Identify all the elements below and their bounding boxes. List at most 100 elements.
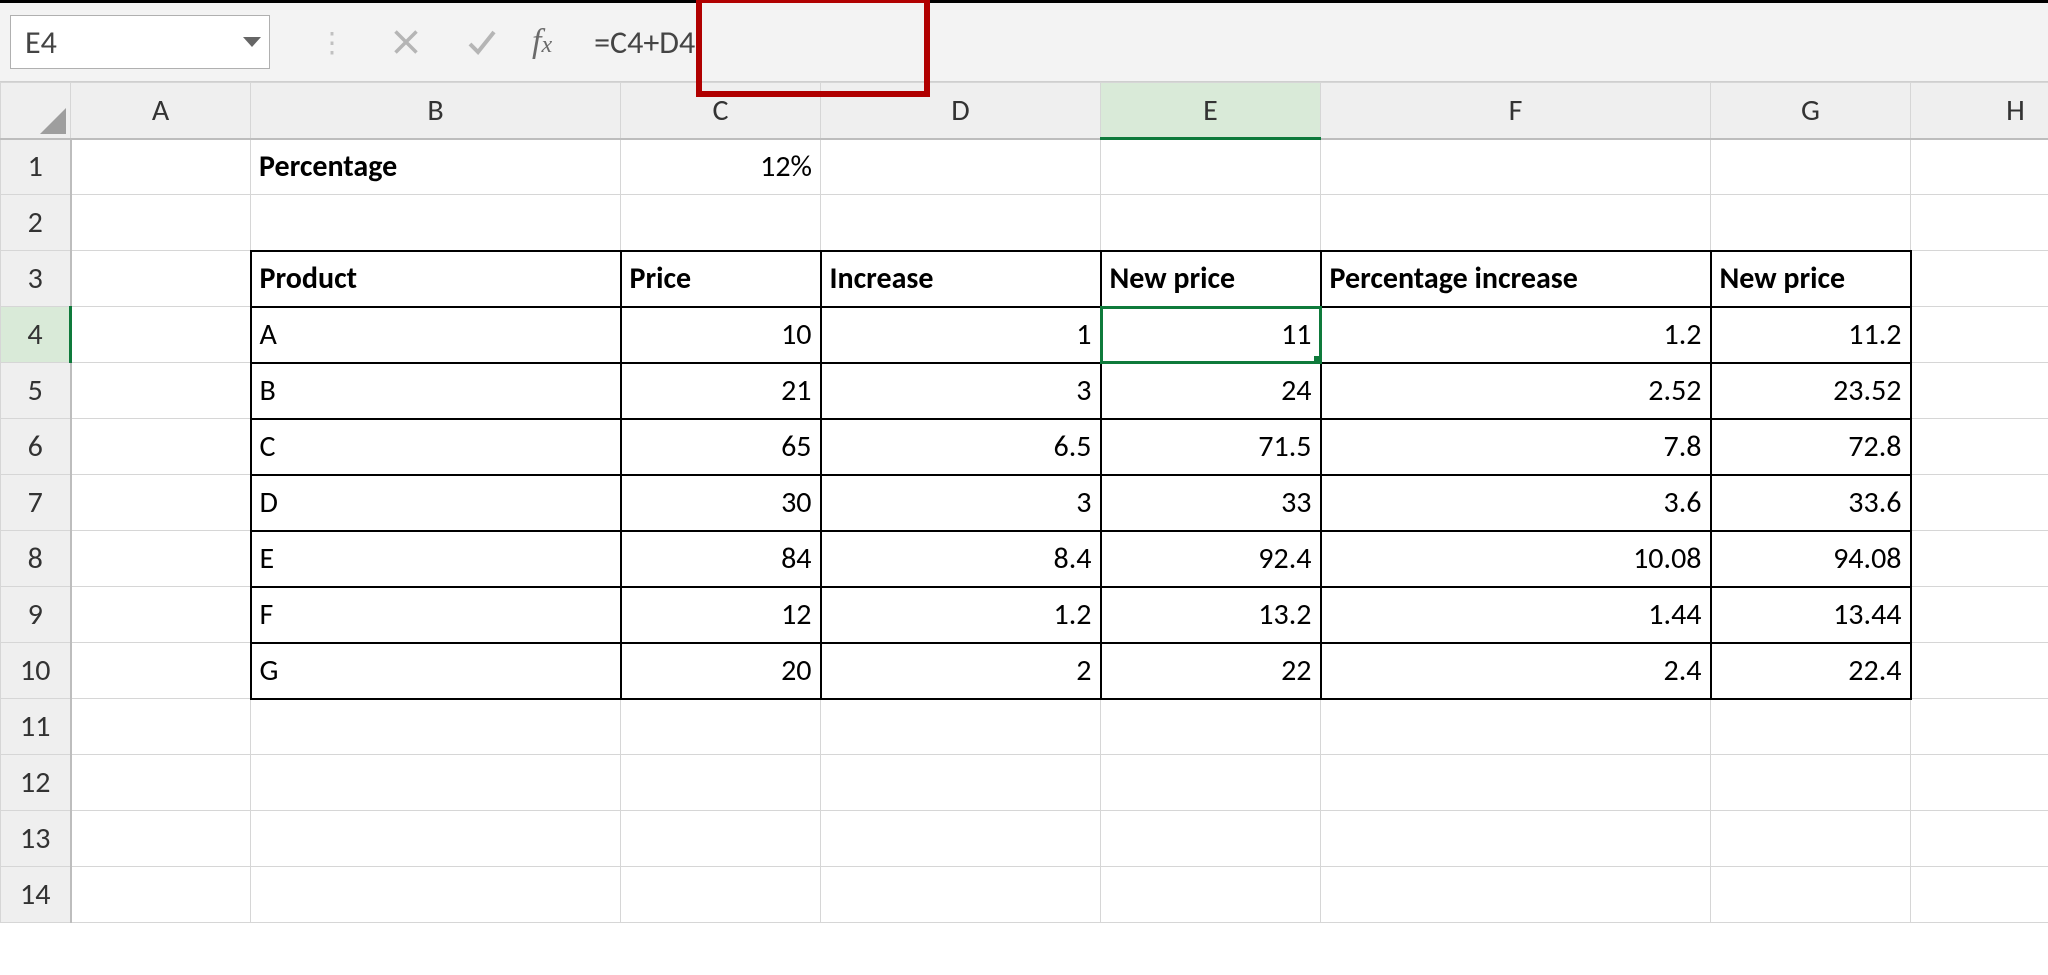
cell[interactable] <box>1711 139 1911 195</box>
cell[interactable]: 20 <box>621 643 821 699</box>
row-header[interactable]: 5 <box>1 363 71 419</box>
cell[interactable] <box>1321 755 1711 811</box>
cell[interactable] <box>71 419 251 475</box>
cell[interactable]: 2.52 <box>1321 363 1711 419</box>
selected-cell[interactable]: 11 <box>1101 307 1321 363</box>
cell[interactable] <box>1911 195 2048 251</box>
cell[interactable] <box>821 811 1101 867</box>
cell[interactable]: 30 <box>621 475 821 531</box>
row[interactable]: 11 <box>1 699 2048 755</box>
cell[interactable] <box>821 139 1101 195</box>
row-header[interactable]: 12 <box>1 755 71 811</box>
row[interactable]: 3 Product Price Increase New price Perce… <box>1 251 2048 307</box>
cell[interactable]: New price <box>1711 251 1911 307</box>
cell[interactable]: 21 <box>621 363 821 419</box>
cell[interactable] <box>1711 811 1911 867</box>
cell[interactable]: Product <box>251 251 621 307</box>
cell[interactable]: G <box>251 643 621 699</box>
cell[interactable] <box>1911 475 2048 531</box>
cell[interactable]: 13.44 <box>1711 587 1911 643</box>
cell[interactable] <box>71 307 251 363</box>
cell[interactable]: 11.2 <box>1711 307 1911 363</box>
cell[interactable]: Percentage <box>251 139 621 195</box>
name-box[interactable]: E4 <box>10 15 270 69</box>
cell[interactable] <box>1101 139 1321 195</box>
cell[interactable]: 7.8 <box>1321 419 1711 475</box>
cell[interactable]: 1.2 <box>821 587 1101 643</box>
select-all-button[interactable] <box>1 83 71 139</box>
row[interactable]: 13 <box>1 811 2048 867</box>
row[interactable]: 5 B 21 3 24 2.52 23.52 <box>1 363 2048 419</box>
cell[interactable]: 10.08 <box>1321 531 1711 587</box>
cell[interactable]: 22 <box>1101 643 1321 699</box>
cell[interactable]: 12 <box>621 587 821 643</box>
cell[interactable]: 2 <box>821 643 1101 699</box>
enter-icon[interactable] <box>460 20 504 64</box>
cell[interactable]: 65 <box>621 419 821 475</box>
row[interactable]: 1 Percentage 12% <box>1 139 2048 195</box>
row-header[interactable]: 11 <box>1 699 71 755</box>
row[interactable]: 4 A 10 1 11 1.2 11.2 <box>1 307 2048 363</box>
cell[interactable]: New price <box>1101 251 1321 307</box>
cell[interactable]: 94.08 <box>1711 531 1911 587</box>
cancel-icon[interactable] <box>384 20 428 64</box>
cell[interactable] <box>1911 587 2048 643</box>
row-header[interactable]: 14 <box>1 867 71 923</box>
cell[interactable]: E <box>251 531 621 587</box>
cell[interactable] <box>1911 699 2048 755</box>
cell[interactable] <box>1321 867 1711 923</box>
row[interactable]: 10 G 20 2 22 2.4 22.4 <box>1 643 2048 699</box>
cell[interactable] <box>1911 811 2048 867</box>
cell[interactable]: Increase <box>821 251 1101 307</box>
col-header[interactable]: G <box>1711 83 1911 139</box>
cell[interactable] <box>1911 251 2048 307</box>
cell[interactable]: 12% <box>621 139 821 195</box>
formula-input[interactable]: =C4+D4 <box>580 17 780 68</box>
row-header[interactable]: 1 <box>1 139 71 195</box>
col-header[interactable]: F <box>1321 83 1711 139</box>
cell[interactable]: 33.6 <box>1711 475 1911 531</box>
cell[interactable] <box>1711 195 1911 251</box>
row-header[interactable]: 7 <box>1 475 71 531</box>
cell[interactable] <box>1321 699 1711 755</box>
row-header[interactable]: 4 <box>1 307 71 363</box>
spreadsheet[interactable]: A B C D E F G H 1 Percentage 12% <box>0 82 2048 975</box>
cell[interactable]: F <box>251 587 621 643</box>
cell[interactable]: D <box>251 475 621 531</box>
cell[interactable] <box>1911 755 2048 811</box>
cell[interactable]: 8.4 <box>821 531 1101 587</box>
cell[interactable] <box>71 531 251 587</box>
cell[interactable] <box>71 195 251 251</box>
cell[interactable] <box>71 699 251 755</box>
cell[interactable] <box>1911 139 2048 195</box>
row-header[interactable]: 13 <box>1 811 71 867</box>
cell[interactable]: B <box>251 363 621 419</box>
row[interactable]: 14 <box>1 867 2048 923</box>
row[interactable]: 8 E 84 8.4 92.4 10.08 94.08 <box>1 531 2048 587</box>
row[interactable]: 12 <box>1 755 2048 811</box>
row-header[interactable]: 2 <box>1 195 71 251</box>
cell[interactable]: 23.52 <box>1711 363 1911 419</box>
cell[interactable]: C <box>251 419 621 475</box>
cell[interactable] <box>251 811 621 867</box>
col-header[interactable]: E <box>1101 83 1321 139</box>
col-header[interactable]: D <box>821 83 1101 139</box>
cell[interactable]: A <box>251 307 621 363</box>
cell[interactable]: 84 <box>621 531 821 587</box>
cell[interactable] <box>621 755 821 811</box>
cell[interactable] <box>1321 139 1711 195</box>
col-header[interactable]: H <box>1911 83 2048 139</box>
cell[interactable] <box>71 363 251 419</box>
grid[interactable]: A B C D E F G H 1 Percentage 12% <box>0 82 2048 923</box>
cell[interactable] <box>1101 195 1321 251</box>
cell[interactable] <box>71 811 251 867</box>
col-header[interactable]: B <box>251 83 621 139</box>
cell[interactable] <box>821 195 1101 251</box>
cell[interactable] <box>1321 195 1711 251</box>
cell[interactable] <box>621 699 821 755</box>
cell[interactable] <box>251 867 621 923</box>
row-header[interactable]: 10 <box>1 643 71 699</box>
cell[interactable]: 72.8 <box>1711 419 1911 475</box>
row[interactable]: 6 C 65 6.5 71.5 7.8 72.8 <box>1 419 2048 475</box>
cell[interactable]: 1.44 <box>1321 587 1711 643</box>
